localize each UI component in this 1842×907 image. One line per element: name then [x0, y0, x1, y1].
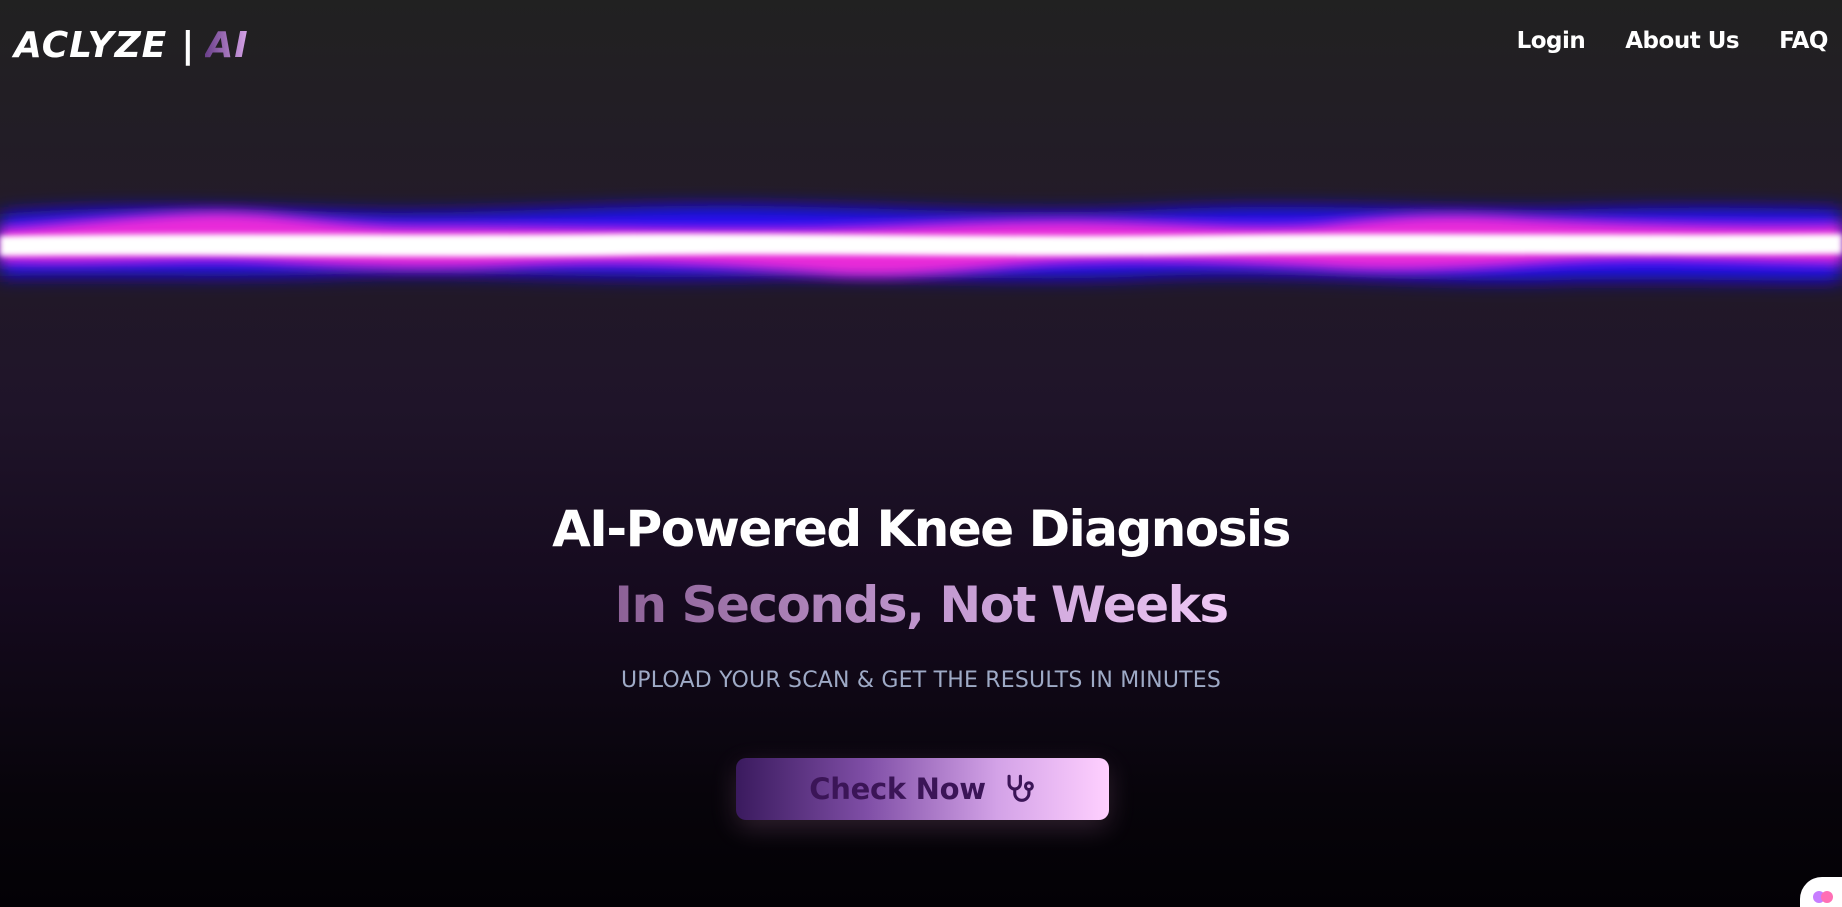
nav-about-us-link[interactable]: About Us [1625, 28, 1739, 54]
chat-widget-button[interactable] [1800, 877, 1842, 907]
hero-tagline: UPLOAD YOUR SCAN & GET THE RESULTS IN MI… [620, 668, 1222, 693]
check-now-label: Check Now [809, 772, 986, 806]
logo-ai-text: AI [205, 24, 249, 66]
stethoscope-icon [1007, 774, 1034, 802]
logo[interactable]: ACLYZE | AI [14, 22, 249, 68]
nav-login-link[interactable]: Login [1517, 28, 1586, 54]
hero-title: AI-Powered Knee Diagnosis [552, 500, 1291, 558]
logo-separator: | [181, 24, 196, 66]
hero-subtitle: In Seconds, Not Weeks [614, 576, 1229, 634]
hero-subtitle-wrap: In Seconds, Not Weeks [0, 576, 1842, 634]
brain-icon [1813, 891, 1833, 903]
landing-page: ACLYZE | AI Login About Us FAQ AI-Powere… [0, 0, 1842, 907]
top-nav: Login About Us FAQ [1517, 28, 1829, 54]
nav-faq-link[interactable]: FAQ [1779, 28, 1828, 54]
wave-core-line [0, 233, 1842, 257]
check-now-button[interactable]: Check Now [736, 758, 1109, 820]
audio-waveform [0, 205, 1842, 281]
logo-brand-text: ACLYZE [14, 24, 168, 66]
